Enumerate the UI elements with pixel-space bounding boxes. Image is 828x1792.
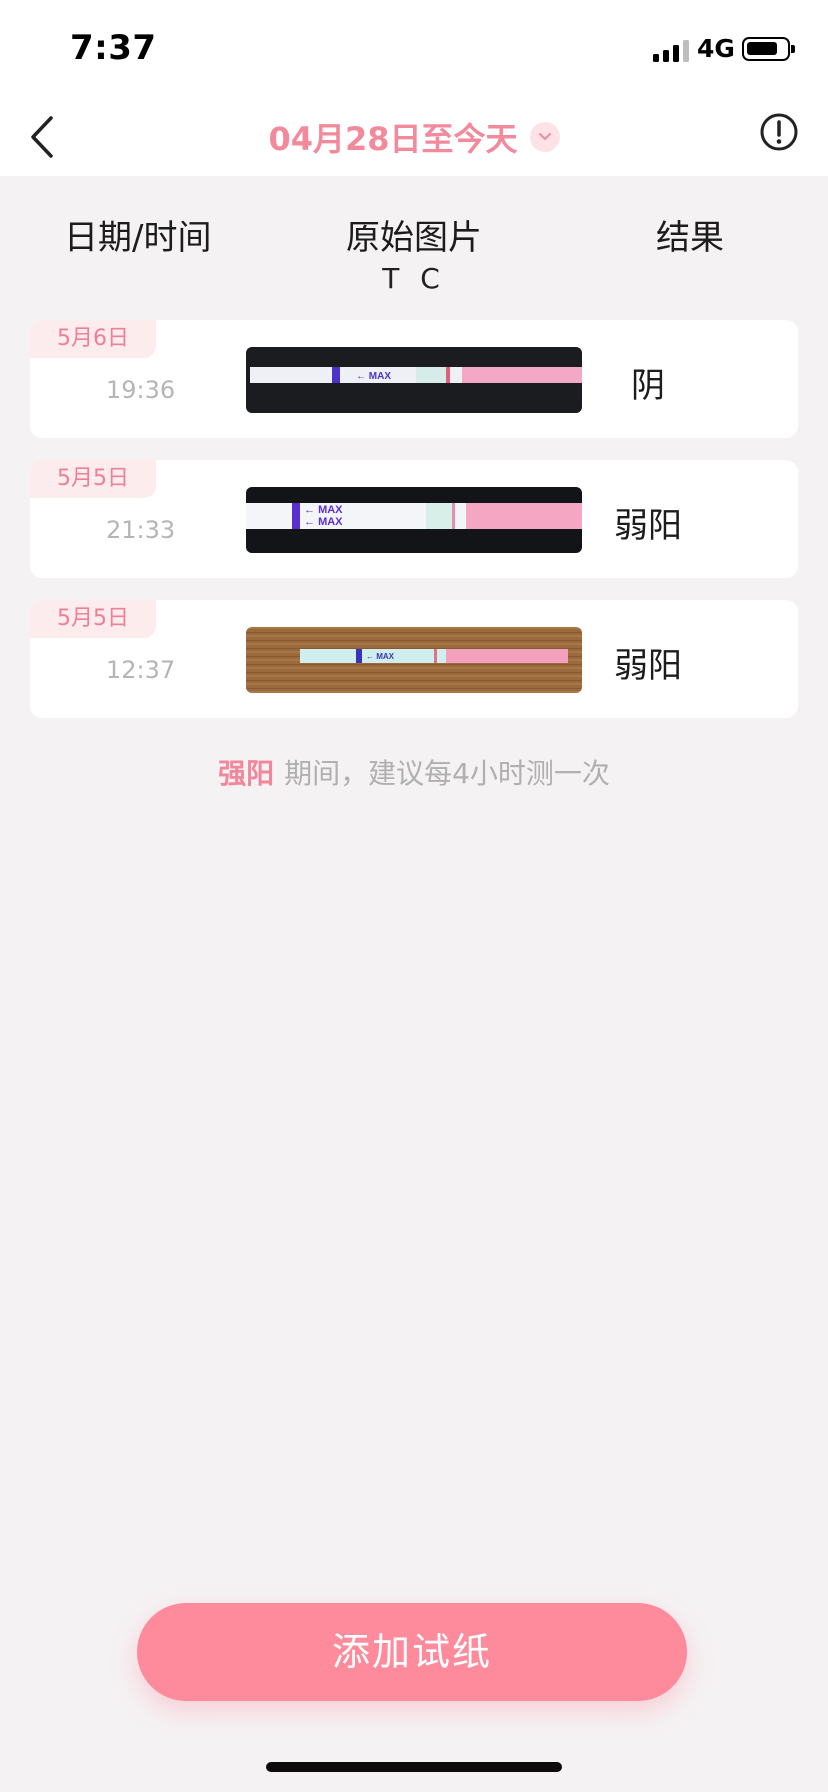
add-test-strip-button[interactable]: 添加试纸 [137, 1603, 687, 1701]
record-row[interactable]: 5月5日 12:37 ← MAX 弱阳 [30, 600, 798, 718]
record-time: 21:33 [106, 516, 176, 544]
svg-text:← MAX: ← MAX [304, 504, 343, 516]
info-button[interactable] [759, 112, 799, 152]
svg-text:← MAX: ← MAX [366, 652, 395, 661]
home-indicator [266, 1762, 562, 1772]
record-date: 5月5日 [30, 460, 156, 498]
header-result: 结果 [656, 218, 724, 258]
record-date: 5月6日 [30, 320, 156, 358]
date-range-title: 04月28日至今天 [268, 120, 518, 158]
testing-hint: 强阳 期间，建议每4小时测一次 [0, 752, 828, 792]
record-time: 19:36 [106, 376, 176, 404]
status-time: 7:37 [70, 28, 157, 68]
hint-highlight: 强阳 [218, 757, 275, 790]
status-bar: 7:37 4G [0, 0, 828, 100]
test-strip-photo[interactable]: ← MAX [246, 627, 582, 693]
network-type: 4G [697, 34, 735, 63]
record-row[interactable]: 5月6日 19:36 ← MAX 阴 [30, 320, 798, 438]
record-row[interactable]: 5月5日 21:33 ← MAX ← MAX 弱阳 [30, 460, 798, 578]
signal-icon [653, 38, 689, 62]
test-strip-photo[interactable]: ← MAX [246, 347, 582, 413]
screen: 7:37 4G 04月28日至今天 日期/时间 原始图片 结果 T C 5月6日… [0, 0, 828, 1792]
hint-text: 期间，建议每4小时测一次 [284, 757, 610, 790]
record-result: 弱阳 [614, 506, 682, 546]
test-strip-photo[interactable]: ← MAX ← MAX [246, 487, 582, 553]
record-time: 12:37 [106, 656, 176, 684]
header-tc-label: T C [382, 262, 446, 295]
record-result: 阴 [631, 366, 665, 406]
battery-icon [742, 37, 795, 61]
svg-text:← MAX: ← MAX [304, 516, 343, 528]
nav-bar: 04月28日至今天 [0, 100, 828, 176]
record-date: 5月5日 [30, 600, 156, 638]
chevron-down-icon [529, 122, 560, 152]
exclamation-circle-icon [760, 113, 798, 151]
date-range-selector[interactable]: 04月28日至今天 [0, 112, 828, 162]
record-result: 弱阳 [614, 646, 682, 686]
svg-text:← MAX: ← MAX [356, 371, 391, 382]
